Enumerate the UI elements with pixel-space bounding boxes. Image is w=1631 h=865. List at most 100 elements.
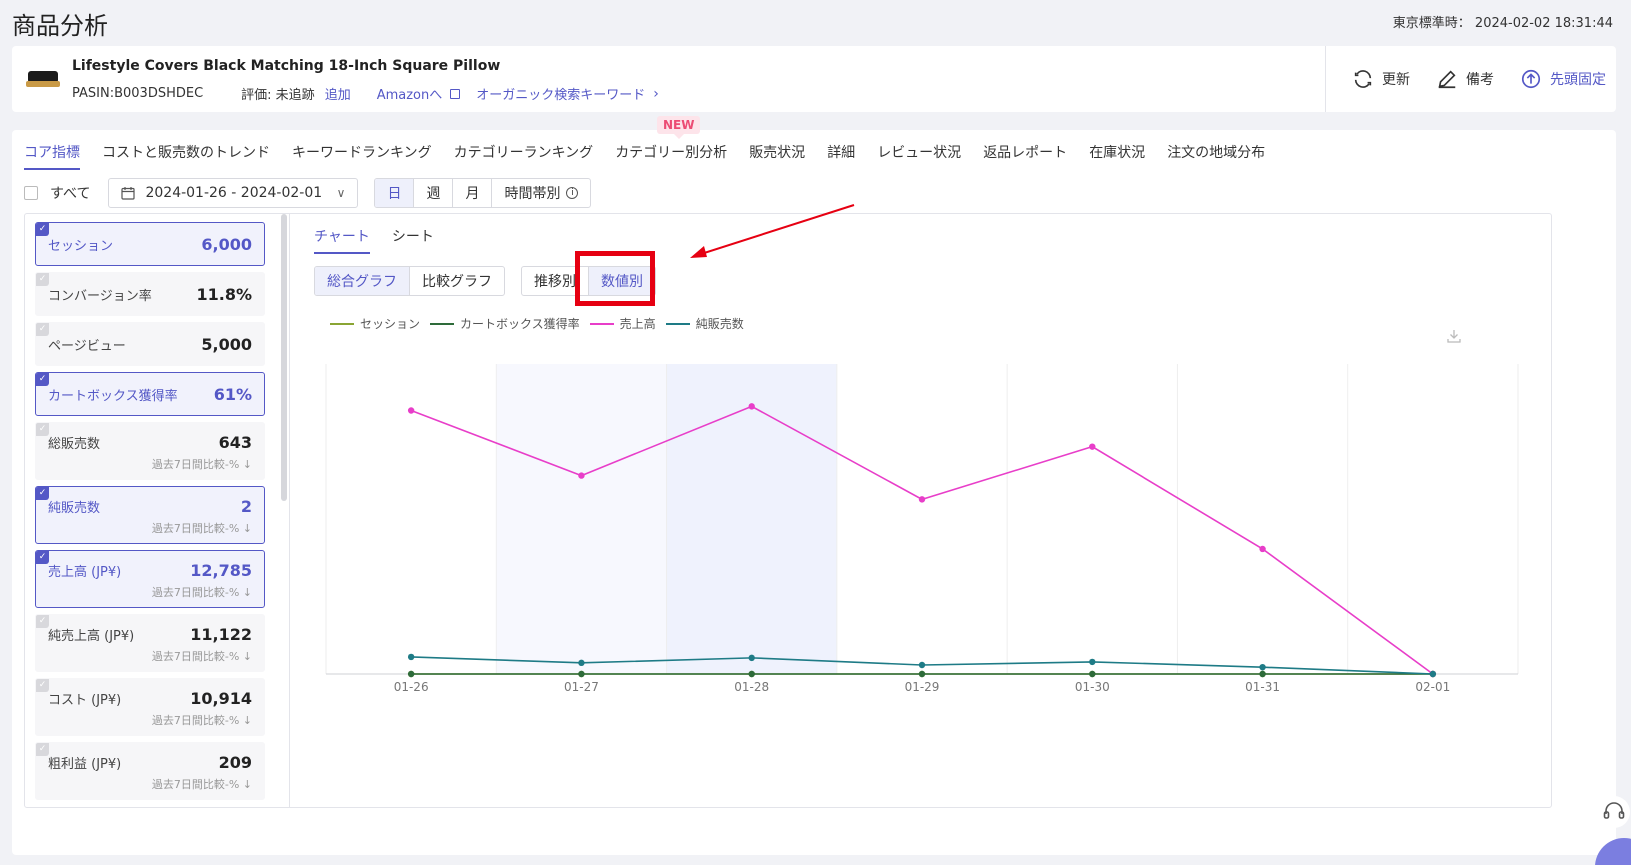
info-icon[interactable]: i [566,187,579,199]
data-point [1429,670,1437,678]
organic-keyword-link[interactable]: オーガニック検索キーワード [476,84,645,103]
metric-value: 643 [218,433,252,452]
metric-label: コスト (JP¥) [48,693,122,708]
new-badge: NEW [657,116,701,139]
data-point [918,661,926,669]
tab-cost-sales-trend[interactable]: コストと販売数のトレンド [102,142,270,170]
period-hourly[interactable]: 時間帯別 i [491,179,590,207]
check-icon: ✓ [36,679,49,692]
tab-review-status[interactable]: レビュー状況 [877,142,961,170]
metric-label: コンバージョン率 [48,288,152,304]
check-icon: ✓ [36,615,49,628]
metric-label: 純販売数 [48,501,101,516]
metric-card[interactable]: ✓ ページビュー 5,000 [35,322,265,366]
external-link-icon [450,88,461,99]
metric-value: 209 [218,753,252,772]
data-point [918,496,926,503]
metric-label: 粗利益 (JP¥) [48,757,122,772]
metric-value: 6,000 [201,234,252,254]
pin-button[interactable]: 先頭固定 [1520,68,1606,90]
data-point [748,403,755,410]
data-point [1089,670,1096,678]
note-label: 備考 [1466,72,1494,88]
data-point [407,670,415,678]
x-tick-label: 02-01 [1415,680,1450,694]
data-point [1089,658,1096,666]
period-month[interactable]: 月 [452,179,491,207]
metric-label: 売上高 (JP¥) [48,565,122,580]
metric-card[interactable]: ✓ 売上高 (JP¥) 12,785 過去7日間比較-% ↓ [35,550,265,608]
metric-card[interactable]: ✓ 粗利益 (JP¥) 209 過去7日間比較-% ↓ [35,742,265,800]
metric-label: カートボックス獲得率 [48,388,178,404]
tab-category-ranking[interactable]: カテゴリーランキング [454,142,594,170]
period-week[interactable]: 週 [413,179,452,207]
rating-label: 評価: 未追跡 [241,88,315,103]
product-thumbnail[interactable] [26,65,60,91]
headset-icon[interactable] [1597,795,1631,829]
period-day[interactable]: 日 [375,179,414,207]
metric-card[interactable]: ✓ 総販売数 643 過去7日間比較-% ↓ [35,422,265,480]
tab-sales-status[interactable]: 販売状況 [749,142,805,170]
metric-comparison: 過去7日間比較-% ↓ [151,586,252,599]
hover-band [496,364,667,674]
check-icon: ✓ [36,487,49,500]
check-icon: ✓ [36,551,49,564]
metric-card[interactable]: ✓ 純販売数 2 過去7日間比較-% ↓ [35,486,265,544]
x-tick-label: 01-30 [1075,680,1110,694]
chevron-right-icon: › [653,85,659,102]
tab-order-region[interactable]: 注文の地域分布 [1167,142,1265,170]
data-point [578,472,585,479]
asin-value: B003DSHDEC [114,86,204,101]
select-all-checkbox[interactable] [24,186,38,200]
tab-inventory[interactable]: 在庫状況 [1089,142,1145,170]
add-rating-link[interactable]: 追加 [325,84,351,103]
metric-card[interactable]: ✓ コスト (JP¥) 10,914 過去7日間比較-% ↓ [35,678,265,736]
period-selector: 日 週 月 時間帯別 i [374,178,592,208]
tab-keyword-ranking[interactable]: キーワードランキング [292,142,432,170]
metric-value: 11.8% [196,284,252,304]
data-point [748,654,755,662]
timestamp: 東京標準時： 2024-02-02 18:31:44 [1392,16,1613,31]
pencil-icon [1438,70,1456,89]
check-icon: ✓ [36,223,49,236]
note-button[interactable]: 備考 [1436,68,1494,90]
check-icon: ✓ [36,323,49,336]
metric-value: 10,914 [190,689,252,708]
product-meta: PASIN: B003DSHDEC 評価: 未追跡 追加 Amazonへ オーガ… [72,84,659,104]
metric-comparison: 過去7日間比較-% ↓ [151,714,252,727]
x-tick-label: 01-28 [734,680,769,694]
metric-card[interactable]: ✓ 純売上高 (JP¥) 11,122 過去7日間比較-% ↓ [35,614,265,672]
refresh-label: 更新 [1382,72,1410,88]
metric-card[interactable]: ✓ カートボックス獲得率 61% [35,372,265,416]
refresh-button[interactable]: 更新 [1352,68,1410,90]
check-icon: ✓ [36,423,49,436]
chevron-down-icon: ∨ [336,186,346,200]
amazon-link[interactable]: Amazonへ [377,84,443,103]
metric-comparison: 過去7日間比較-% ↓ [151,458,252,471]
metric-list-scrollbar[interactable] [281,214,287,501]
content-box: ✓ セッション 6,000 ✓ コンバージョン率 11.8% ✓ ページビュー 5,000 ✓ カー… [24,213,1552,808]
data-point [578,670,585,678]
date-range-picker[interactable]: 2024-01-26 - 2024-02-01 ∨ [108,178,359,208]
arrow-up-circle-icon [1521,69,1541,89]
metric-label: ページビュー [48,338,126,354]
data-point [748,670,755,678]
metric-label: 純売上高 (JP¥) [48,629,135,644]
x-tick-label: 01-26 [394,680,429,694]
analysis-tabs: コア指標 コストと販売数のトレンド キーワードランキング カテゴリーランキング … [24,142,1287,170]
tab-return-report[interactable]: 返品レポート [983,142,1067,170]
tab-details[interactable]: 詳細 [827,142,855,170]
metric-comparison: 過去7日間比較-% ↓ [151,522,252,535]
product-title: Lifestyle Covers Black Matching 18-Inch … [72,58,501,74]
check-icon: ✓ [36,743,49,756]
tab-category-analysis[interactable]: カテゴリー別分析 [615,142,727,170]
select-all-label: すべて [50,186,91,202]
metric-value: 61% [213,384,252,404]
data-point [1259,670,1266,678]
data-point [1259,663,1266,671]
metric-card[interactable]: ✓ セッション 6,000 [35,222,265,266]
metric-comparison: 過去7日間比較-% ↓ [151,778,252,791]
tab-core-metrics[interactable]: コア指標 [24,142,80,170]
metric-card[interactable]: ✓ コンバージョン率 11.8% [35,272,265,316]
annotation-arrow [690,204,855,258]
